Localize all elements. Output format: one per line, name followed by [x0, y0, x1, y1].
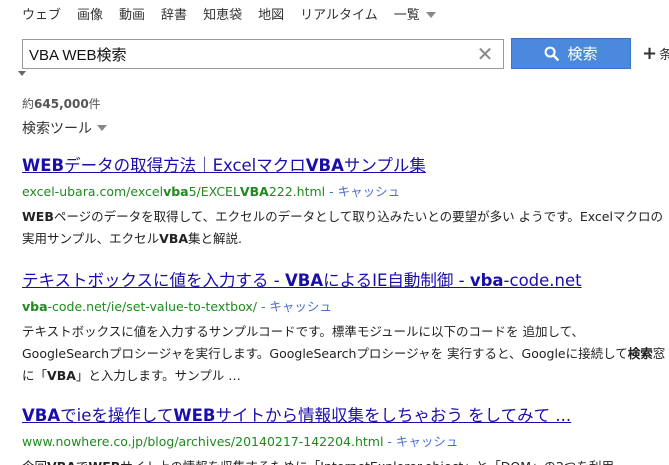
cache-link[interactable]: - キャッシュ — [329, 184, 400, 199]
plus-icon: + — [642, 42, 658, 64]
nav-more[interactable]: 一覧 — [394, 4, 436, 23]
search-tools-toggle[interactable]: 検索ツール — [22, 118, 107, 138]
search-button[interactable]: 検索 — [511, 38, 631, 69]
result-title-link[interactable]: テキストボックスに値を入力する - VBAによるIE自動制御 - vba-cod… — [22, 267, 669, 291]
result-item: VBAでieを操作してWEBサイトから情報収集をしちゃおう をしてみて ... … — [22, 402, 669, 465]
result-url: vba-code.net/ie/set-value-to-textbox/ - … — [22, 296, 669, 315]
nav-chiebukuro[interactable]: 知恵袋 — [203, 4, 242, 23]
clear-icon[interactable]: ✕ — [475, 43, 495, 65]
result-url-text: vba-code.net/ie/set-value-to-textbox/ — [22, 299, 257, 314]
result-snippet: テキストボックスに値を入力するサンプルコードです。標準モジュールに以下のコードを… — [22, 324, 666, 383]
results-count: 約645,000件 — [22, 95, 101, 112]
nav-map[interactable]: 地図 — [258, 4, 284, 23]
result-title-link[interactable]: VBAでieを操作してWEBサイトから情報収集をしちゃおう をしてみて ... — [22, 402, 669, 426]
vertical-nav: ウェブ 画像 動画 辞書 知恵袋 地図 リアルタイム 一覧 — [22, 4, 436, 23]
add-condition-button[interactable]: + 条 — [642, 42, 669, 64]
result-snippet: WEBページのデータを取得して、エクセルのデータとして取り込みたいとの要望が多い… — [22, 209, 663, 246]
cache-link[interactable]: - キャッシュ — [387, 434, 458, 449]
chevron-down-icon — [425, 12, 436, 18]
nav-more-label: 一覧 — [393, 7, 420, 23]
chevron-down-icon — [97, 125, 107, 131]
results-count-prefix: 約 — [22, 97, 35, 111]
nav-dictionary[interactable]: 辞書 — [161, 4, 187, 23]
result-url-text: www.nowhere.co.jp/blog/archives/20140217… — [22, 434, 384, 449]
search-icon — [545, 46, 560, 61]
search-input[interactable] — [23, 40, 473, 68]
search-button-label: 検索 — [567, 45, 598, 63]
result-snippet: 今回VBAでWEBサイト上の情報を収集するために「InternetExplore… — [22, 456, 669, 465]
result-url: excel-ubara.com/excelvba5/EXCELVBA222.ht… — [22, 181, 669, 200]
nav-video[interactable]: 動画 — [119, 4, 145, 23]
result-url-text: excel-ubara.com/excelvba5/EXCELVBA222.ht… — [22, 184, 326, 199]
add-condition-label: 条 — [659, 47, 669, 63]
results-count-number: 645,000 — [34, 97, 89, 111]
search-box: ✕ — [22, 39, 504, 69]
nav-realtime[interactable]: リアルタイム — [300, 4, 378, 23]
result-item: テキストボックスに値を入力する - VBAによるIE自動制御 - vba-cod… — [22, 267, 669, 387]
result-title-link[interactable]: WEBデータの取得方法｜ExcelマクロVBAサンプル集 — [22, 152, 669, 176]
cache-link[interactable]: - キャッシュ — [261, 299, 332, 314]
result-item: WEBデータの取得方法｜ExcelマクロVBAサンプル集 excel-ubara… — [22, 152, 669, 250]
result-url: www.nowhere.co.jp/blog/archives/20140217… — [22, 431, 669, 450]
results-count-suffix: 件 — [88, 97, 101, 111]
nav-images[interactable]: 画像 — [77, 4, 103, 23]
search-tools-label: 検索ツール — [22, 121, 92, 137]
suggest-caret-icon — [18, 71, 26, 76]
nav-web[interactable]: ウェブ — [22, 4, 61, 23]
